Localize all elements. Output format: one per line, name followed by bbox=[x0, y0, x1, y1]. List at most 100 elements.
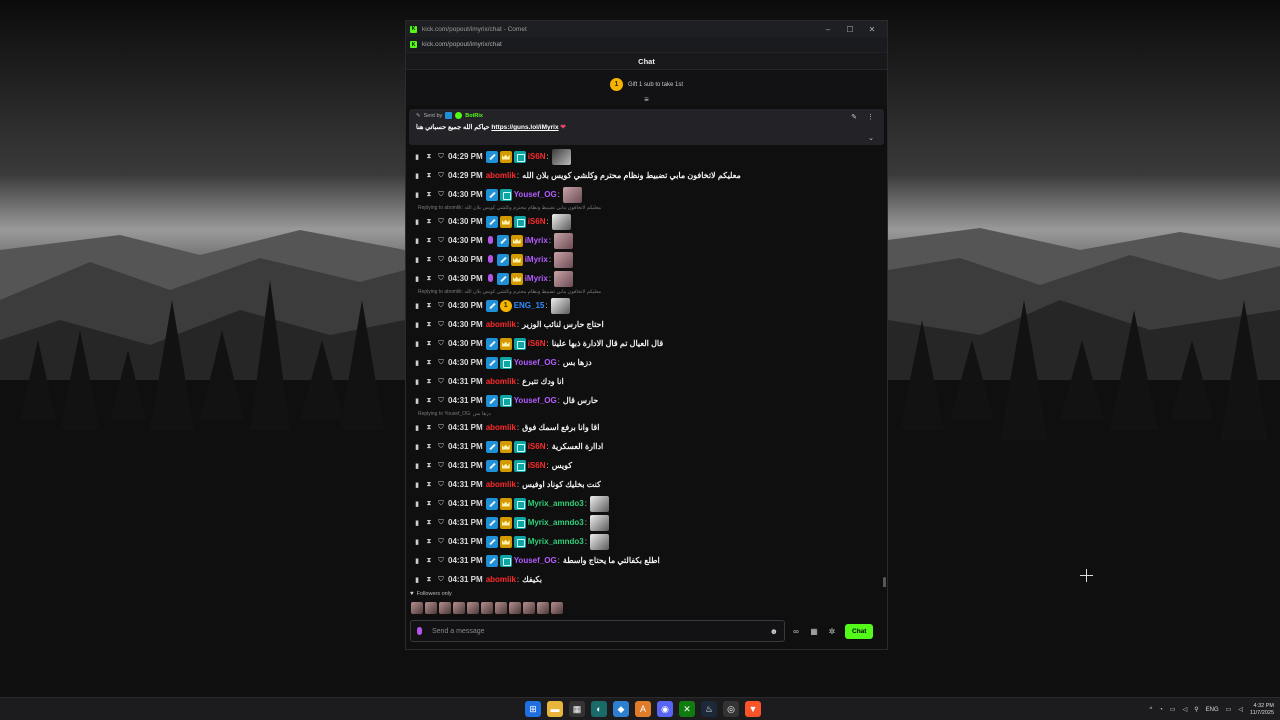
delete-icon[interactable]: ▮ bbox=[414, 256, 420, 264]
username[interactable]: Myrix_amndo3 bbox=[528, 499, 584, 508]
delete-icon[interactable]: ▮ bbox=[414, 191, 420, 199]
username[interactable]: abomlik bbox=[486, 480, 516, 489]
delete-icon[interactable]: ▮ bbox=[414, 153, 420, 161]
ban-icon[interactable]: ⛉ bbox=[438, 576, 444, 584]
app-icon[interactable]: ◎ bbox=[723, 701, 739, 717]
reply-context[interactable]: Replying to Yousef_OG: دزها بس bbox=[414, 410, 879, 418]
emote-icon[interactable] bbox=[467, 601, 479, 614]
timeout-icon[interactable]: ⧗ bbox=[426, 172, 432, 180]
xbox-icon[interactable]: ✕ bbox=[679, 701, 695, 717]
volume-icon[interactable]: ◁ bbox=[1183, 706, 1188, 713]
username[interactable]: iMyrix bbox=[525, 255, 548, 264]
timeout-icon[interactable]: ⧗ bbox=[426, 359, 432, 367]
send-chat-button[interactable]: Chat bbox=[845, 623, 874, 639]
ban-icon[interactable]: ⛉ bbox=[438, 218, 444, 226]
ban-icon[interactable]: ⛉ bbox=[438, 424, 444, 432]
steam-icon[interactable]: ♨ bbox=[701, 701, 717, 717]
emote-icon[interactable] bbox=[411, 601, 423, 614]
username[interactable]: iS6N bbox=[528, 442, 546, 451]
timeout-icon[interactable]: ⧗ bbox=[426, 218, 432, 226]
minimize-button[interactable]: – bbox=[817, 25, 839, 34]
username[interactable]: iMyrix bbox=[525, 274, 548, 283]
ban-icon[interactable]: ⛉ bbox=[438, 462, 444, 470]
file-explorer-icon[interactable]: ▬ bbox=[547, 701, 563, 717]
delete-icon[interactable]: ▮ bbox=[414, 302, 420, 310]
timeout-icon[interactable]: ⧗ bbox=[426, 443, 432, 451]
timeout-icon[interactable]: ⧗ bbox=[426, 462, 432, 470]
delete-icon[interactable]: ▮ bbox=[414, 481, 420, 489]
brave-icon[interactable]: ▼ bbox=[745, 701, 761, 717]
ban-icon[interactable]: ⛉ bbox=[438, 557, 444, 565]
timeout-icon[interactable]: ⧗ bbox=[426, 481, 432, 489]
delete-icon[interactable]: ▮ bbox=[414, 397, 420, 405]
address-bar[interactable]: K kick.com/popout/imyrix/chat bbox=[406, 37, 887, 53]
gift-sub-banner[interactable]: 1 Gift 1 sub to take 1st ≡ bbox=[406, 70, 887, 105]
gift-icon[interactable]: ▦ bbox=[807, 627, 821, 636]
emoji-icon[interactable]: ☻ bbox=[770, 627, 778, 636]
start-windows-icon[interactable]: ⊞ bbox=[525, 701, 541, 717]
emote-icon[interactable] bbox=[495, 601, 507, 614]
unpin-icon[interactable]: ✎ bbox=[851, 113, 857, 121]
settings-gear-icon[interactable]: ✲ bbox=[825, 627, 839, 636]
emote-icon[interactable] bbox=[551, 601, 563, 614]
ban-icon[interactable]: ⛉ bbox=[438, 172, 444, 180]
delete-icon[interactable]: ▮ bbox=[414, 576, 420, 584]
reply-context[interactable]: Replying to abomlik: معليكم لاتخافون ماب… bbox=[414, 204, 879, 212]
message-input[interactable]: Send a message ☻ bbox=[410, 620, 785, 642]
chevron-down-icon[interactable]: ⌄ bbox=[868, 134, 874, 142]
delete-icon[interactable]: ▮ bbox=[414, 275, 420, 283]
timeout-icon[interactable]: ⧗ bbox=[426, 378, 432, 386]
pinned-sender[interactable]: BotRix bbox=[465, 113, 483, 119]
timeout-icon[interactable]: ⧗ bbox=[426, 557, 432, 565]
ban-icon[interactable]: ⛉ bbox=[438, 443, 444, 451]
ban-icon[interactable]: ⛉ bbox=[438, 191, 444, 199]
delete-icon[interactable]: ▮ bbox=[414, 340, 420, 348]
network-icon[interactable]: ▭ bbox=[1170, 706, 1176, 713]
delete-icon[interactable]: ▮ bbox=[414, 443, 420, 451]
comet-browser-icon[interactable]: ◐ bbox=[591, 701, 607, 717]
emote-icon[interactable] bbox=[523, 601, 535, 614]
emote-icon[interactable] bbox=[439, 601, 451, 614]
username[interactable]: Yousef_OG bbox=[514, 396, 557, 405]
language-indicator[interactable]: ENG bbox=[1206, 707, 1219, 713]
timeout-icon[interactable]: ⧗ bbox=[426, 191, 432, 199]
emote-icon[interactable] bbox=[453, 601, 465, 614]
close-button[interactable]: ✕ bbox=[861, 25, 883, 34]
chat-scrollbar[interactable] bbox=[883, 577, 886, 587]
username[interactable]: abomlik bbox=[486, 423, 516, 432]
username[interactable]: abomlik bbox=[486, 320, 516, 329]
clock[interactable]: 4:32 PM 11/7/2025 bbox=[1250, 703, 1274, 717]
reply-context[interactable]: Replying to abomlik: معليكم لاتخافون ماب… bbox=[414, 288, 879, 296]
timeout-icon[interactable]: ⧗ bbox=[426, 256, 432, 264]
timeout-icon[interactable]: ⧗ bbox=[426, 519, 432, 527]
emote-icon[interactable] bbox=[509, 601, 521, 614]
delete-icon[interactable]: ▮ bbox=[414, 378, 420, 386]
username[interactable]: Yousef_OG bbox=[514, 556, 557, 565]
delete-icon[interactable]: ▮ bbox=[414, 538, 420, 546]
username[interactable]: Myrix_amndo3 bbox=[528, 518, 584, 527]
maximize-button[interactable]: ☐ bbox=[839, 25, 861, 34]
mic-tray-icon[interactable]: ⚲ bbox=[1194, 706, 1198, 713]
delete-icon[interactable]: ▮ bbox=[414, 237, 420, 245]
timeout-icon[interactable]: ⧗ bbox=[426, 340, 432, 348]
ban-icon[interactable]: ⛉ bbox=[438, 340, 444, 348]
app-icon[interactable]: ◆ bbox=[613, 701, 629, 717]
tray-icon[interactable]: ◔ bbox=[1159, 707, 1163, 713]
username[interactable]: iS6N bbox=[528, 152, 546, 161]
ban-icon[interactable]: ⛉ bbox=[438, 538, 444, 546]
calendar-icon[interactable]: ▦ bbox=[569, 701, 585, 717]
delete-icon[interactable]: ▮ bbox=[414, 424, 420, 432]
timeout-icon[interactable]: ⧗ bbox=[426, 538, 432, 546]
ban-icon[interactable]: ⛉ bbox=[438, 275, 444, 283]
chevron-up-icon[interactable]: ^ bbox=[1149, 707, 1152, 713]
timeout-icon[interactable]: ⧗ bbox=[426, 321, 432, 329]
username[interactable]: iS6N bbox=[528, 461, 546, 470]
username[interactable]: Yousef_OG bbox=[514, 358, 557, 367]
delete-icon[interactable]: ▮ bbox=[414, 500, 420, 508]
timeout-icon[interactable]: ⧗ bbox=[426, 424, 432, 432]
timeout-icon[interactable]: ⧗ bbox=[426, 302, 432, 310]
delete-icon[interactable]: ▮ bbox=[414, 519, 420, 527]
ban-icon[interactable]: ⛉ bbox=[438, 237, 444, 245]
expand-menu-icon[interactable]: ≡ bbox=[644, 96, 649, 104]
timeout-icon[interactable]: ⧗ bbox=[426, 576, 432, 584]
